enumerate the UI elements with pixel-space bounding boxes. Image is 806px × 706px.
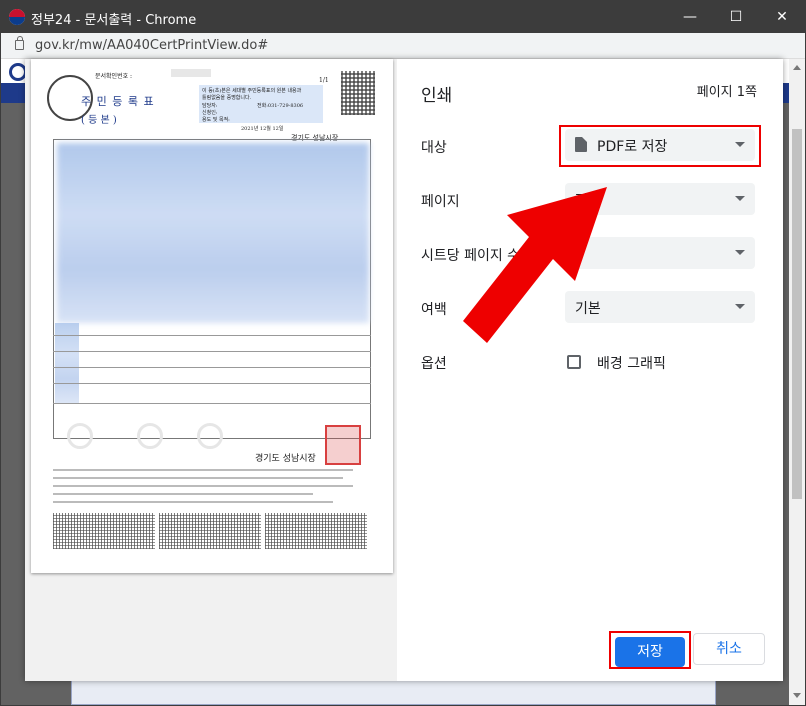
scroll-up-icon[interactable]: [793, 65, 801, 70]
purpose-label: 용도 및 목적:: [202, 117, 230, 123]
officer-label: 담당자:: [202, 103, 218, 109]
phone-text: 전화:031-729-8306: [257, 103, 304, 109]
margins-label: 여백: [421, 302, 447, 318]
issue-date: 2021년 12월 12일: [241, 126, 284, 132]
barcode-icon: [265, 513, 367, 549]
destination-highlight: [559, 125, 761, 167]
fine-print: [53, 469, 353, 471]
scroll-thumb[interactable]: [792, 129, 802, 499]
red-arrow-icon: [463, 187, 607, 343]
page-count: 페이지 1쪽: [696, 85, 757, 100]
table-line: [53, 403, 371, 404]
destination-label: 대상: [421, 140, 447, 156]
print-preview: 문서확인번호 : 1/1 주 민 등 록 표 ( 등 본 ) 이 등(초)본은 …: [25, 59, 397, 681]
maximize-button[interactable]: ☐: [713, 1, 759, 33]
print-dialog: 문서확인번호 : 1/1 주 민 등 록 표 ( 등 본 ) 이 등(초)본은 …: [25, 59, 783, 681]
watermark-icon: [67, 423, 93, 449]
chevron-down-icon: [735, 250, 745, 255]
address-bar[interactable]: gov.kr/mw/AA040CertPrintView.do#: [1, 33, 805, 59]
fine-print: [53, 493, 313, 495]
close-button[interactable]: ✕: [759, 1, 805, 33]
pages-label: 페이지: [421, 194, 460, 210]
issuer-bottom: 경기도 성남시장: [255, 454, 316, 464]
fine-print: [53, 501, 333, 503]
window-title: 정부24 - 문서출력 - Chrome: [31, 13, 197, 28]
red-seal-stamp-icon: [325, 425, 361, 465]
doc-number-redacted: [171, 69, 211, 77]
preview-page: 문서확인번호 : 1/1 주 민 등 록 표 ( 등 본 ) 이 등(초)본은 …: [31, 59, 393, 573]
fine-print: [53, 485, 353, 487]
site-content-box: [71, 679, 716, 705]
lock-icon: [15, 36, 24, 50]
notice-box: 이 등(초)본은 세대별 주민등록표의 원본 내용과 틀림없음을 증명합니다. …: [199, 85, 323, 123]
print-settings: 인쇄 페이지 1쪽 대상 PDF로 저장 페이지 전체 시트당 페이지 수 1 …: [397, 59, 783, 681]
chrome-window: 정부24 - 문서출력 - Chrome — ☐ ✕ gov.kr/mw/AA0…: [0, 0, 806, 706]
notice-line-2: 틀림없음을 증명합니다.: [202, 95, 252, 101]
chevron-down-icon: [735, 304, 745, 309]
background-graphics-checkbox[interactable]: [567, 355, 581, 369]
print-title: 인쇄: [421, 86, 453, 106]
doc-title: 주 민 등 록 표: [81, 95, 155, 108]
barcode-icon: [159, 513, 261, 549]
fine-print: [53, 477, 343, 479]
title-bar: 정부24 - 문서출력 - Chrome — ☐ ✕: [1, 1, 805, 33]
cancel-button[interactable]: 취소: [693, 633, 765, 665]
watermark-icon: [197, 423, 223, 449]
barcode-icon: [53, 513, 155, 549]
notice-line-1: 이 등(초)본은 세대별 주민등록표의 원본 내용과: [202, 88, 302, 94]
scroll-down-icon[interactable]: [793, 693, 801, 698]
gov-logo-icon: [9, 9, 25, 25]
qr-code-icon: [341, 71, 375, 115]
applicant-label: 신청인:: [202, 110, 218, 116]
save-highlight: [609, 631, 691, 669]
url-text: gov.kr/mw/AA040CertPrintView.do#: [35, 38, 269, 53]
doc-subtitle: ( 등 본 ): [81, 115, 117, 126]
table-line: [53, 367, 371, 368]
scrollbar[interactable]: [789, 59, 805, 705]
redacted-records: [57, 143, 369, 323]
minimize-button[interactable]: —: [667, 1, 713, 33]
chevron-down-icon: [735, 196, 745, 201]
table-line: [53, 335, 371, 336]
table-line: [53, 383, 371, 384]
page-index: 1/1: [319, 77, 329, 84]
doc-number-label: 문서확인번호 :: [95, 73, 133, 80]
options-label: 옵션: [421, 356, 447, 372]
background-graphics-label: 배경 그래픽: [597, 356, 666, 372]
watermark-icon: [137, 423, 163, 449]
table-line: [53, 351, 371, 352]
